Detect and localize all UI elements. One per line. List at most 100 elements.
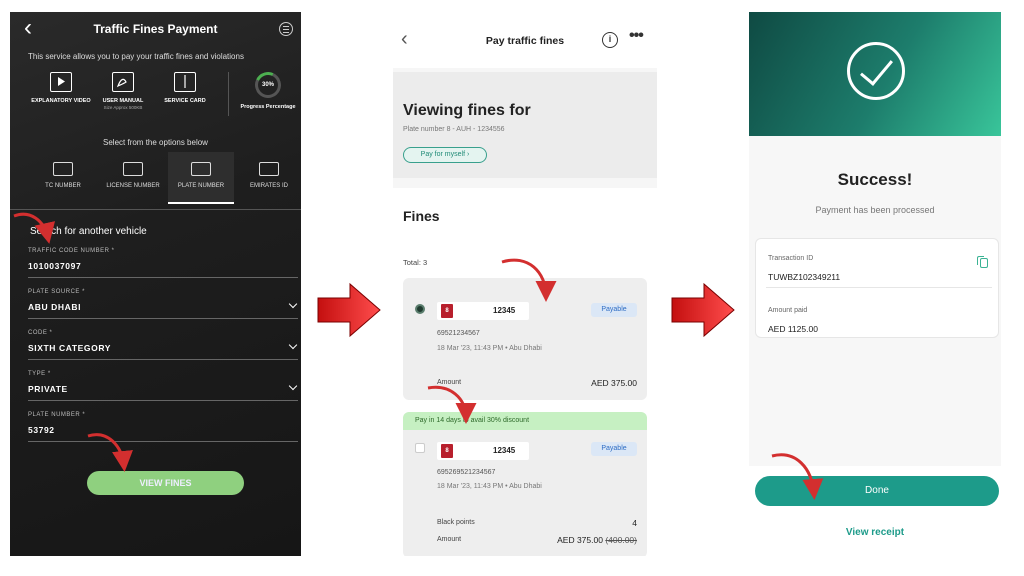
- emirates-id-icon: [259, 162, 279, 176]
- tab-label: PLATE NUMBER: [177, 183, 225, 189]
- tab-plate-number[interactable]: PLATE NUMBER: [168, 152, 234, 204]
- tab-label: TC NUMBER: [45, 183, 81, 189]
- field-label: TRAFFIC CODE NUMBER *: [28, 248, 115, 254]
- tab-label: EMIRATES ID: [250, 183, 288, 189]
- progress-label: Progress Percentage: [240, 104, 296, 110]
- plate-code: 8: [441, 304, 453, 318]
- menu-icon[interactable]: [279, 22, 293, 36]
- plate-source-select[interactable]: PLATE SOURCE * ABU DHABI: [28, 289, 298, 319]
- copy-icon[interactable]: [977, 256, 988, 268]
- amount-original: (400.00): [605, 535, 637, 545]
- traffic-code-field[interactable]: TRAFFIC CODE NUMBER * 1010037097: [28, 248, 298, 278]
- user-manual-button[interactable]: USER MANUAL Size Approx 500KB: [90, 72, 156, 110]
- plate-code: 8: [441, 444, 453, 458]
- fine-reference: 695269521234567: [437, 469, 496, 476]
- header: ‹ Pay traffic fines i •••: [393, 12, 657, 68]
- flow-arrow-icon: [671, 282, 735, 338]
- video-play-icon: [50, 72, 72, 92]
- success-banner: [749, 12, 1001, 136]
- amount-value-row: AED 375.00 (400.00): [557, 535, 637, 545]
- tab-license-number[interactable]: LICENSE NUMBER: [100, 162, 166, 190]
- options-title: Select from the options below: [103, 138, 208, 147]
- fine-reference: 69521234567: [437, 330, 480, 337]
- black-points-value: 4: [632, 518, 637, 528]
- viewing-title: Viewing fines for: [403, 102, 531, 119]
- book-icon: [174, 72, 196, 92]
- id-card-icon: [53, 162, 73, 176]
- info-icon[interactable]: i: [602, 32, 618, 48]
- discount-banner: Pay in 14 days to avail 30% discount: [403, 412, 647, 430]
- service-tools: EXPLANATORY VIDEO USER MANUAL Size Appro…: [10, 68, 301, 132]
- view-receipt-link[interactable]: View receipt: [749, 527, 1001, 538]
- success-subtitle: Payment has been processed: [815, 205, 935, 215]
- tabs-divider: [10, 209, 301, 210]
- tab-emirates-id[interactable]: EMIRATES ID: [236, 162, 301, 190]
- field-value: ABU DHABI: [28, 302, 82, 312]
- amount-value: AED 375.00: [591, 378, 637, 388]
- plate-number: 12345: [493, 306, 516, 315]
- search-heading: Search for another vehicle: [30, 226, 147, 237]
- checkmark-icon: [847, 42, 905, 100]
- tool-label: EXPLANATORY VIDEO: [31, 98, 91, 104]
- tool-label: SERVICE CARD: [164, 98, 206, 104]
- fine-card[interactable]: 8 12345 Payable 69521234567 18 Mar '23, …: [403, 278, 647, 400]
- explanatory-video-button[interactable]: EXPLANATORY VIDEO: [28, 72, 94, 105]
- header: ‹ Traffic Fines Payment: [10, 12, 301, 46]
- amount-paid-value: AED 1125.00: [768, 324, 818, 334]
- fine-checkbox[interactable]: [415, 443, 425, 453]
- field-value: SIXTH CATEGORY: [28, 343, 112, 353]
- tab-label: LICENSE NUMBER: [106, 183, 160, 189]
- flow-arrow-icon: [317, 282, 381, 338]
- fine-selected-icon[interactable]: [415, 304, 425, 314]
- amount-label: Amount: [437, 536, 462, 543]
- plate-number-field[interactable]: PLATE NUMBER * 53792: [28, 412, 298, 442]
- more-options-icon[interactable]: •••: [629, 27, 644, 45]
- done-button[interactable]: Done: [755, 476, 999, 506]
- service-description: This service allows you to pay your traf…: [28, 52, 244, 61]
- page-title: Traffic Fines Payment: [93, 22, 218, 36]
- field-value: 1010037097: [28, 261, 82, 271]
- type-select[interactable]: TYPE * PRIVATE: [28, 371, 298, 401]
- field-label: PLATE SOURCE *: [28, 289, 85, 295]
- status-badge: Payable: [591, 303, 637, 317]
- amount-paid-label: Amount paid: [768, 307, 808, 314]
- plate-image: 8 12345: [437, 442, 529, 460]
- black-points-label: Black points: [437, 519, 475, 526]
- transaction-card: Transaction ID TUWBZ102349211 Amount pai…: [755, 238, 999, 338]
- view-fines-button[interactable]: VIEW FINES: [87, 471, 244, 495]
- transaction-id-label: Transaction ID: [768, 255, 814, 262]
- success-title: Success!: [837, 170, 913, 189]
- progress-ring: 30%: [251, 68, 285, 102]
- fine-card[interactable]: 8 12345 Payable 695269521234567 18 Mar '…: [403, 430, 647, 556]
- progress-value: 30%: [261, 82, 275, 89]
- divider: [228, 72, 229, 116]
- traffic-fines-screen: ‹ Traffic Fines Payment This service all…: [10, 12, 301, 556]
- progress-indicator: 30% Progress Percentage: [235, 68, 301, 111]
- fine-datetime: 18 Mar '23, 11:43 PM • Abu Dhabi: [437, 345, 542, 352]
- field-label: PLATE NUMBER *: [28, 412, 86, 418]
- field-label: CODE *: [28, 330, 53, 336]
- field-value: PRIVATE: [28, 384, 68, 394]
- transaction-id-value: TUWBZ102349211: [768, 272, 841, 282]
- pdf-document-icon: [112, 72, 134, 92]
- tool-label: USER MANUAL: [102, 98, 144, 104]
- service-card-button[interactable]: SERVICE CARD: [152, 72, 218, 105]
- amount-value: AED 375.00: [557, 535, 603, 545]
- plate-info: Plate number 8 - AUH - 1234556: [403, 126, 505, 133]
- pay-traffic-fines-screen: ‹ Pay traffic fines i ••• Viewing fines …: [393, 12, 657, 556]
- plate-number: 12345: [493, 446, 516, 455]
- plate-icon: [191, 162, 211, 176]
- field-label: TYPE *: [28, 371, 51, 377]
- plate-image: 8 12345: [437, 302, 529, 320]
- pay-for-myself-button[interactable]: Pay for myself ›: [403, 147, 487, 163]
- divider: [766, 287, 992, 288]
- button-label: Pay for myself: [420, 151, 466, 158]
- tab-tc-number[interactable]: TC NUMBER: [30, 162, 96, 190]
- fines-total: Total: 3: [403, 258, 428, 267]
- code-select[interactable]: CODE * SIXTH CATEGORY: [28, 330, 298, 360]
- payment-success-screen: Success! Payment has been processed Tran…: [749, 12, 1001, 544]
- field-value: 53792: [28, 425, 55, 435]
- fine-datetime: 18 Mar '23, 11:43 PM • Abu Dhabi: [437, 483, 542, 490]
- fines-heading: Fines: [403, 208, 440, 224]
- amount-label: Amount: [437, 379, 462, 386]
